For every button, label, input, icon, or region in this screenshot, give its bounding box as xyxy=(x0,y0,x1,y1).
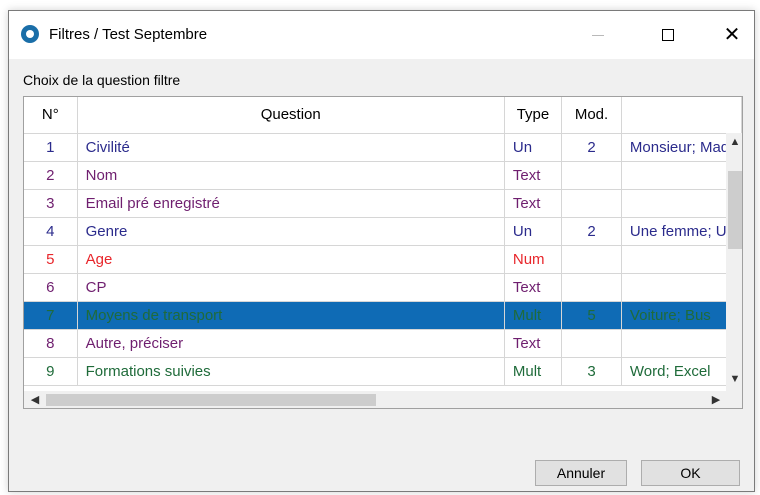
table-row[interactable]: 3 Email pré enregistré Text xyxy=(24,189,742,218)
table-row[interactable]: 9 Formations suivies Mult 3 Word; Excel xyxy=(24,357,742,386)
maximize-button[interactable] xyxy=(645,11,691,59)
question-table: N° Question Type Mod. 1 Civilité Un 2 Monsie… xyxy=(24,97,742,386)
row-mod xyxy=(561,189,622,218)
app-logo-icon xyxy=(21,25,39,43)
row-mod xyxy=(561,161,622,190)
row-question: Civilité xyxy=(77,133,505,162)
row-values xyxy=(621,161,742,190)
minimize-icon xyxy=(592,34,604,36)
scroll-right-icon[interactable]: ▶ xyxy=(707,393,725,406)
close-icon: ✕ xyxy=(723,24,741,46)
row-mod xyxy=(561,245,622,274)
table-row[interactable]: 2 Nom Text xyxy=(24,161,742,190)
horizontal-scrollbar[interactable]: ◀ ▶ xyxy=(24,391,742,408)
row-type: Text xyxy=(504,161,563,190)
row-number: 5 xyxy=(24,245,78,274)
section-label: Choix de la question filtre xyxy=(23,72,181,88)
title-bar[interactable]: Filtres / Test Septembre ✕ xyxy=(9,11,754,59)
row-number: 9 xyxy=(24,357,78,386)
row-values xyxy=(621,189,742,218)
row-type: Un xyxy=(504,217,563,246)
row-type: Text xyxy=(504,189,563,218)
maximize-icon xyxy=(662,29,674,41)
table-row[interactable]: 7 Moyens de transport Mult 5 Voiture; Bus xyxy=(24,301,742,330)
row-mod: 5 xyxy=(561,301,622,330)
row-type: Un xyxy=(504,133,563,162)
row-values xyxy=(621,329,742,358)
row-type: Num xyxy=(504,245,563,274)
dialog-window: Filtres / Test Septembre ✕ Choix de la q… xyxy=(8,10,755,492)
close-button[interactable]: ✕ xyxy=(709,11,755,59)
row-type: Text xyxy=(504,273,563,302)
vertical-scrollbar[interactable]: ▲ ▼ xyxy=(726,133,742,391)
table-row[interactable]: 8 Autre, préciser Text xyxy=(24,329,742,358)
col-header-type[interactable]: Type xyxy=(504,97,563,134)
row-question: CP xyxy=(77,273,505,302)
table-row[interactable]: 1 Civilité Un 2 Monsieur; Mad xyxy=(24,133,742,162)
row-question: Email pré enregistré xyxy=(77,189,505,218)
row-values: Monsieur; Mad xyxy=(621,133,742,162)
row-number: 8 xyxy=(24,329,78,358)
row-question: Formations suivies xyxy=(77,357,505,386)
row-values: Une femme; Un xyxy=(621,217,742,246)
scroll-left-icon[interactable]: ◀ xyxy=(26,393,44,406)
row-question: Autre, préciser xyxy=(77,329,505,358)
row-question: Genre xyxy=(77,217,505,246)
row-mod xyxy=(561,273,622,302)
row-mod: 3 xyxy=(561,357,622,386)
row-mod xyxy=(561,329,622,358)
row-number: 7 xyxy=(24,301,78,330)
row-type: Mult xyxy=(504,301,563,330)
vertical-scroll-thumb[interactable] xyxy=(728,171,742,249)
col-header-values[interactable] xyxy=(621,97,742,134)
row-number: 4 xyxy=(24,217,78,246)
row-question: Moyens de transport xyxy=(77,301,505,330)
header-row: N° Question Type Mod. xyxy=(24,97,742,134)
scroll-up-icon[interactable]: ▲ xyxy=(726,136,742,148)
col-header-mod[interactable]: Mod. xyxy=(561,97,622,134)
row-question: Age xyxy=(77,245,505,274)
horizontal-scroll-thumb[interactable] xyxy=(46,394,376,406)
row-type: Mult xyxy=(504,357,563,386)
row-values: Voiture; Bus xyxy=(621,301,742,330)
window-title: Filtres / Test Septembre xyxy=(49,26,208,43)
row-mod: 2 xyxy=(561,133,622,162)
cancel-button[interactable]: Annuler xyxy=(535,460,627,486)
row-values xyxy=(621,245,742,274)
ok-button[interactable]: OK xyxy=(641,460,740,486)
table-row[interactable]: 6 CP Text xyxy=(24,273,742,302)
question-grid[interactable]: N° Question Type Mod. 1 Civilité Un 2 Monsie… xyxy=(23,96,743,409)
row-values xyxy=(621,273,742,302)
row-values: Word; Excel xyxy=(621,357,742,386)
scroll-down-icon[interactable]: ▼ xyxy=(726,373,742,385)
row-question: Nom xyxy=(77,161,505,190)
row-number: 6 xyxy=(24,273,78,302)
table-row[interactable]: 5 Age Num xyxy=(24,245,742,274)
col-header-question[interactable]: Question xyxy=(77,97,505,134)
row-number: 1 xyxy=(24,133,78,162)
row-type: Text xyxy=(504,329,563,358)
minimize-button[interactable] xyxy=(575,11,621,59)
row-number: 2 xyxy=(24,161,78,190)
col-header-number[interactable]: N° xyxy=(24,97,78,134)
row-number: 3 xyxy=(24,189,78,218)
row-mod: 2 xyxy=(561,217,622,246)
table-row[interactable]: 4 Genre Un 2 Une femme; Un xyxy=(24,217,742,246)
